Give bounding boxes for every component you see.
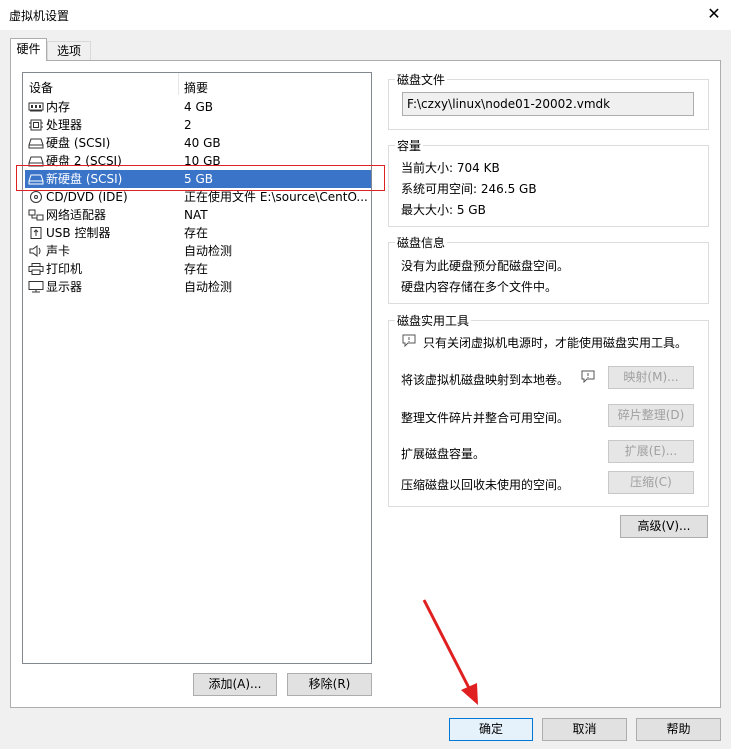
device-name: 处理器 — [46, 118, 83, 132]
device-summary: 存在 — [184, 262, 209, 276]
expand-text: 扩展磁盘容量。 — [401, 447, 486, 461]
memory-icon — [28, 102, 44, 112]
current-size-text: 当前大小: 704 KB — [401, 161, 500, 175]
device-summary: 2 — [184, 118, 192, 132]
add-button[interactable]: 添加(A)... — [193, 673, 277, 696]
compact-text: 压缩磁盘以回收未使用的空间。 — [401, 478, 570, 492]
device-summary: 自动检测 — [184, 280, 233, 294]
device-row-display[interactable]: 显示器 自动检测 — [25, 278, 371, 296]
max-size-text: 最大大小: 5 GB — [401, 203, 486, 217]
disk-info-line-2: 硬盘内容存储在多个文件中。 — [401, 280, 558, 294]
defrag-text: 整理文件碎片并整合可用空间。 — [401, 411, 570, 425]
device-summary: 4 GB — [184, 100, 213, 114]
group-legend: 磁盘文件 — [395, 71, 448, 88]
speaker-icon — [29, 245, 41, 257]
group-legend: 磁盘实用工具 — [395, 312, 472, 329]
title-bar: 虚拟机设置 ✕ — [0, 0, 731, 30]
cancel-button[interactable]: 取消 — [542, 718, 627, 741]
device-summary: 40 GB — [184, 136, 221, 150]
device-name: 显示器 — [46, 280, 83, 294]
disk-info-line-1: 没有为此硬盘预分配磁盘空间。 — [401, 259, 570, 273]
tab-hardware[interactable]: 硬件 — [10, 38, 47, 61]
device-summary: 存在 — [184, 226, 209, 240]
device-row-printer[interactable]: 打印机 存在 — [25, 260, 371, 278]
printer-icon — [28, 263, 44, 275]
expand-button[interactable]: 扩展(E)... — [608, 440, 694, 463]
network-adapter-icon — [28, 209, 44, 221]
disk-file-path-field[interactable]: F:\czxy\linux\node01-20002.vmdk — [402, 92, 694, 116]
column-header-summary[interactable]: 摘要 — [184, 79, 208, 96]
device-name: 硬盘 (SCSI) — [46, 136, 111, 150]
utilities-notice-text: 只有关闭虚拟机电源时，才能使用磁盘实用工具。 — [423, 336, 688, 350]
device-row-usb-controller[interactable]: USB 控制器 存在 — [25, 224, 371, 242]
ok-button[interactable]: 确定 — [449, 718, 533, 741]
system-free-space-text: 系统可用空间: 246.5 GB — [401, 182, 537, 196]
device-name: USB 控制器 — [46, 226, 111, 240]
group-legend: 磁盘信息 — [395, 234, 448, 251]
device-row-network-adapter[interactable]: 网络适配器 NAT — [25, 206, 371, 224]
usb-icon — [30, 227, 42, 239]
device-row-processor[interactable]: 处理器 2 — [25, 116, 371, 134]
info-icon — [581, 370, 595, 383]
monitor-icon — [28, 281, 44, 293]
device-row-hard-disk[interactable]: 硬盘 (SCSI) 40 GB — [25, 134, 371, 152]
column-separator[interactable] — [178, 73, 179, 95]
help-button[interactable]: 帮助 — [636, 718, 721, 741]
column-header-device[interactable]: 设备 — [29, 79, 53, 96]
device-row-memory[interactable]: 内存 4 GB — [25, 98, 371, 116]
device-name: 内存 — [46, 100, 71, 114]
device-summary: NAT — [184, 208, 208, 222]
window-title: 虚拟机设置 — [9, 9, 70, 23]
tab-options[interactable]: 选项 — [47, 41, 91, 60]
defragment-button[interactable]: 碎片整理(D) — [608, 404, 694, 427]
device-name: 打印机 — [46, 262, 83, 276]
device-name: 声卡 — [46, 244, 71, 258]
compact-button[interactable]: 压缩(C) — [608, 471, 694, 494]
cd-dvd-icon — [30, 191, 42, 203]
device-list-header: 设备 摘要 — [23, 73, 371, 97]
cpu-icon — [29, 119, 43, 131]
remove-button[interactable]: 移除(R) — [287, 673, 372, 696]
device-list[interactable]: 设备 摘要 内存 4 GB 处理器 2 硬盘 (SCSI) 40 GB 硬盘 2… — [22, 72, 372, 664]
advanced-button[interactable]: 高级(V)... — [620, 515, 708, 538]
group-legend: 容量 — [395, 137, 424, 154]
device-name: 网络适配器 — [46, 208, 107, 222]
device-summary: 自动检测 — [184, 244, 233, 258]
device-row-sound-card[interactable]: 声卡 自动检测 — [25, 242, 371, 260]
map-text: 将该虚拟机磁盘映射到本地卷。 — [401, 373, 570, 387]
map-button[interactable]: 映射(M)... — [608, 366, 694, 389]
info-icon — [402, 334, 416, 347]
hard-disk-icon — [28, 138, 44, 149]
highlight-box — [16, 165, 385, 191]
close-icon[interactable]: ✕ — [703, 3, 725, 25]
